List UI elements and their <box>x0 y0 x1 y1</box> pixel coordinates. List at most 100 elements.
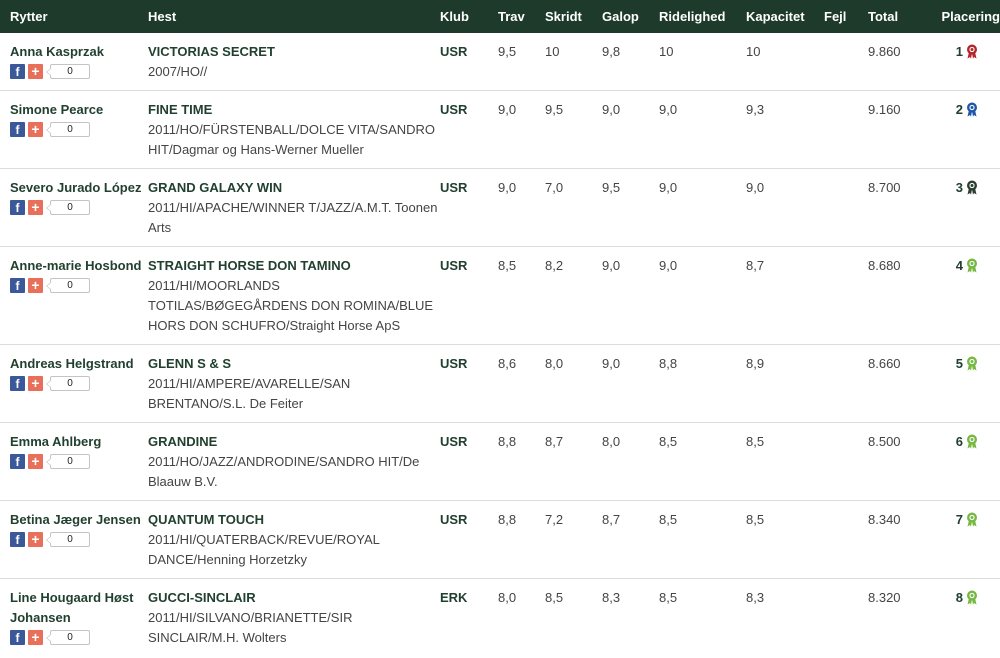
col-rider[interactable]: Rytter <box>0 0 148 33</box>
placement-number: 4 <box>955 258 963 273</box>
score-fejl <box>824 501 868 579</box>
score-total: 8.320 <box>868 590 901 605</box>
col-trav[interactable]: Trav <box>498 0 545 33</box>
table-row: Simone Pearce f + 0 FINE TIME 2011/HO/FÜ… <box>0 91 1000 169</box>
rider-name[interactable]: Emma Ahlberg <box>10 432 148 452</box>
facebook-icon[interactable]: f <box>10 630 25 645</box>
rider-name[interactable]: Line Hougaard Høst Johansen <box>10 588 148 628</box>
facebook-icon[interactable]: f <box>10 122 25 137</box>
col-club[interactable]: Klub <box>440 0 498 33</box>
score-galop: 9,5 <box>602 180 621 195</box>
rider-name[interactable]: Betina Jæger Jensen <box>10 510 148 530</box>
plus-icon[interactable]: + <box>28 630 43 645</box>
share-count: 0 <box>46 454 90 469</box>
horse-pedigree: 2011/HO/JAZZ/ANDRODINE/SANDRO HIT/De Bla… <box>148 454 420 489</box>
score-kapacitet: 9,0 <box>746 180 765 195</box>
rider-name[interactable]: Anna Kasprzak <box>10 42 148 62</box>
score-kapacitet: 8,3 <box>746 590 765 605</box>
horse-pedigree: 2011/HO/FÜRSTENBALL/DOLCE VITA/SANDRO HI… <box>148 122 436 157</box>
plus-icon[interactable]: + <box>28 376 43 391</box>
share-bar: f + 0 <box>10 629 148 646</box>
share-bar: f + 0 <box>10 63 148 80</box>
score-skridt: 8,0 <box>545 356 564 371</box>
horse-name[interactable]: GUCCI-SINCLAIR <box>148 588 440 608</box>
facebook-icon[interactable]: f <box>10 532 25 547</box>
table-row: Anna Kasprzak f + 0 VICTORIAS SECRET 200… <box>0 33 1000 91</box>
rider-name[interactable]: Simone Pearce <box>10 100 148 120</box>
score-fejl <box>824 33 868 91</box>
score-trav: 8,0 <box>498 590 517 605</box>
plus-icon[interactable]: + <box>28 454 43 469</box>
facebook-icon[interactable]: f <box>10 200 25 215</box>
horse-name[interactable]: GRANDINE <box>148 432 440 452</box>
horse-name[interactable]: GLENN S & S <box>148 354 440 374</box>
plus-icon[interactable]: + <box>28 278 43 293</box>
plus-icon[interactable]: + <box>28 122 43 137</box>
score-fejl <box>824 423 868 501</box>
horse-name[interactable]: GRAND GALAXY WIN <box>148 178 440 198</box>
col-kapacitet[interactable]: Kapacitet <box>746 0 824 33</box>
rider-name[interactable]: Severo Jurado López <box>10 178 148 198</box>
score-total: 8.340 <box>868 512 901 527</box>
facebook-icon[interactable]: f <box>10 278 25 293</box>
horse-pedigree: 2011/HI/APACHE/WINNER T/JAZZ/A.M.T. Toon… <box>148 200 438 235</box>
score-trav: 9,0 <box>498 102 517 117</box>
score-galop: 9,0 <box>602 102 621 117</box>
score-ridelighed: 9,0 <box>659 180 678 195</box>
score-skridt: 9,5 <box>545 102 564 117</box>
share-bar: f + 0 <box>10 375 148 392</box>
score-ridelighed: 10 <box>659 44 674 59</box>
score-kapacitet: 9,3 <box>746 102 765 117</box>
table-row: Line Hougaard Høst Johansen f + 0 GUCCI-… <box>0 579 1000 657</box>
share-bar: f + 0 <box>10 277 148 294</box>
plus-icon[interactable]: + <box>28 200 43 215</box>
rider-name[interactable]: Anne-marie Hosbond <box>10 256 148 276</box>
rosette-icon <box>966 258 978 279</box>
score-trav: 9,5 <box>498 44 517 59</box>
score-fejl <box>824 345 868 423</box>
horse-name[interactable]: QUANTUM TOUCH <box>148 510 440 530</box>
rosette-icon <box>966 44 978 65</box>
horse-pedigree: 2011/HI/SILVANO/BRIANETTE/SIR SINCLAIR/M… <box>148 610 353 645</box>
col-horse[interactable]: Hest <box>148 0 440 33</box>
score-kapacitet: 8,7 <box>746 258 765 273</box>
col-placering[interactable]: Placering <box>921 0 1000 33</box>
rosette-icon <box>966 434 978 455</box>
score-skridt: 7,0 <box>545 180 564 195</box>
share-count: 0 <box>46 278 90 293</box>
facebook-icon[interactable]: f <box>10 376 25 391</box>
club-code: USR <box>440 258 468 273</box>
placement-number: 2 <box>955 102 963 117</box>
score-galop: 9,0 <box>602 258 621 273</box>
club-code: ERK <box>440 590 468 605</box>
placement-number: 5 <box>955 356 963 371</box>
score-kapacitet: 8,9 <box>746 356 765 371</box>
table-row: Severo Jurado López f + 0 GRAND GALAXY W… <box>0 169 1000 247</box>
plus-icon[interactable]: + <box>28 532 43 547</box>
col-total[interactable]: Total <box>868 0 921 33</box>
col-skridt[interactable]: Skridt <box>545 0 602 33</box>
score-trav: 8,6 <box>498 356 517 371</box>
horse-name[interactable]: VICTORIAS SECRET <box>148 42 440 62</box>
rider-name[interactable]: Andreas Helgstrand <box>10 354 148 374</box>
score-total: 8.500 <box>868 434 901 449</box>
col-galop[interactable]: Galop <box>602 0 659 33</box>
rosette-icon <box>966 356 978 377</box>
score-skridt: 8,2 <box>545 258 564 273</box>
horse-name[interactable]: STRAIGHT HORSE DON TAMINO <box>148 256 440 276</box>
col-fejl[interactable]: Fejl <box>824 0 868 33</box>
col-ridelighed[interactable]: Ridelighed <box>659 0 746 33</box>
score-total: 9.860 <box>868 44 901 59</box>
rosette-icon <box>966 180 978 201</box>
facebook-icon[interactable]: f <box>10 454 25 469</box>
score-kapacitet: 8,5 <box>746 512 765 527</box>
table-header: Rytter Hest Klub Trav Skridt Galop Ridel… <box>0 0 1000 33</box>
horse-pedigree: 2007/HO// <box>148 64 208 79</box>
placement-number: 3 <box>955 180 963 195</box>
plus-icon[interactable]: + <box>28 64 43 79</box>
facebook-icon[interactable]: f <box>10 64 25 79</box>
horse-name[interactable]: FINE TIME <box>148 100 440 120</box>
placement-number: 6 <box>955 434 963 449</box>
horse-pedigree: 2011/HI/AMPERE/AVARELLE/SAN BRENTANO/S.L… <box>148 376 351 411</box>
share-bar: f + 0 <box>10 531 148 548</box>
